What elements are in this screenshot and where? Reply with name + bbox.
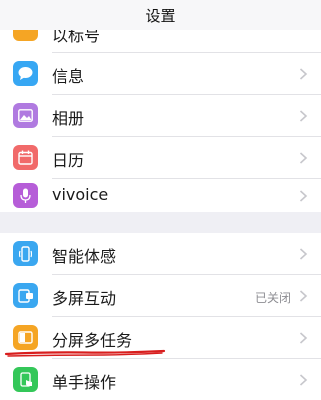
microphone-icon [13,183,38,208]
chevron-right-icon [299,68,308,80]
photo-icon [13,103,38,128]
settings-row-calendar[interactable]: 日历 [0,137,321,178]
chevron-right-icon [299,332,308,344]
settings-row-label: 智能体感 [52,247,117,266]
one-hand-icon [13,367,38,392]
settings-list[interactable]: 以标号 信息 相册 日历 vivoice 智能体感 多屏互动 已关闭 分屏多任务… [0,0,321,400]
screen-cast-icon [13,283,38,308]
settings-row-label: 信息 [52,67,85,86]
chevron-right-icon [299,190,308,202]
chevron-right-icon [299,248,308,260]
settings-row-smart-motion[interactable]: 智能体感 [0,233,321,274]
message-icon [13,61,38,86]
status-value: 已关闭 [254,291,291,305]
settings-row-label: 相册 [52,109,85,128]
settings-row-messages[interactable]: 信息 [0,53,321,94]
settings-row-vivoice[interactable]: vivoice [0,179,321,212]
settings-row-one-hand[interactable]: 单手操作 [0,359,321,400]
phone-motion-icon [13,241,38,266]
settings-group-apps: 以标号 信息 相册 日历 vivoice [0,8,321,212]
chevron-right-icon [299,110,308,122]
settings-group-features: 智能体感 多屏互动 已关闭 分屏多任务 单手操作 [0,233,321,400]
chevron-right-icon [299,374,308,386]
settings-row-label: 多屏互动 [52,289,117,308]
calendar-icon [13,145,38,170]
settings-row-label: 日历 [52,151,85,170]
navigation-bar: 设置 [0,0,321,30]
chevron-right-icon [299,152,308,164]
settings-row-label: 单手操作 [52,373,117,392]
annotation-underline [4,349,166,357]
page-title: 设置 [145,6,176,25]
settings-row-album[interactable]: 相册 [0,95,321,136]
chevron-right-icon [299,290,308,302]
settings-row-label: vivoice [52,185,109,204]
section-gap [0,212,321,233]
settings-row-multi-screen[interactable]: 多屏互动 已关闭 [0,275,321,316]
